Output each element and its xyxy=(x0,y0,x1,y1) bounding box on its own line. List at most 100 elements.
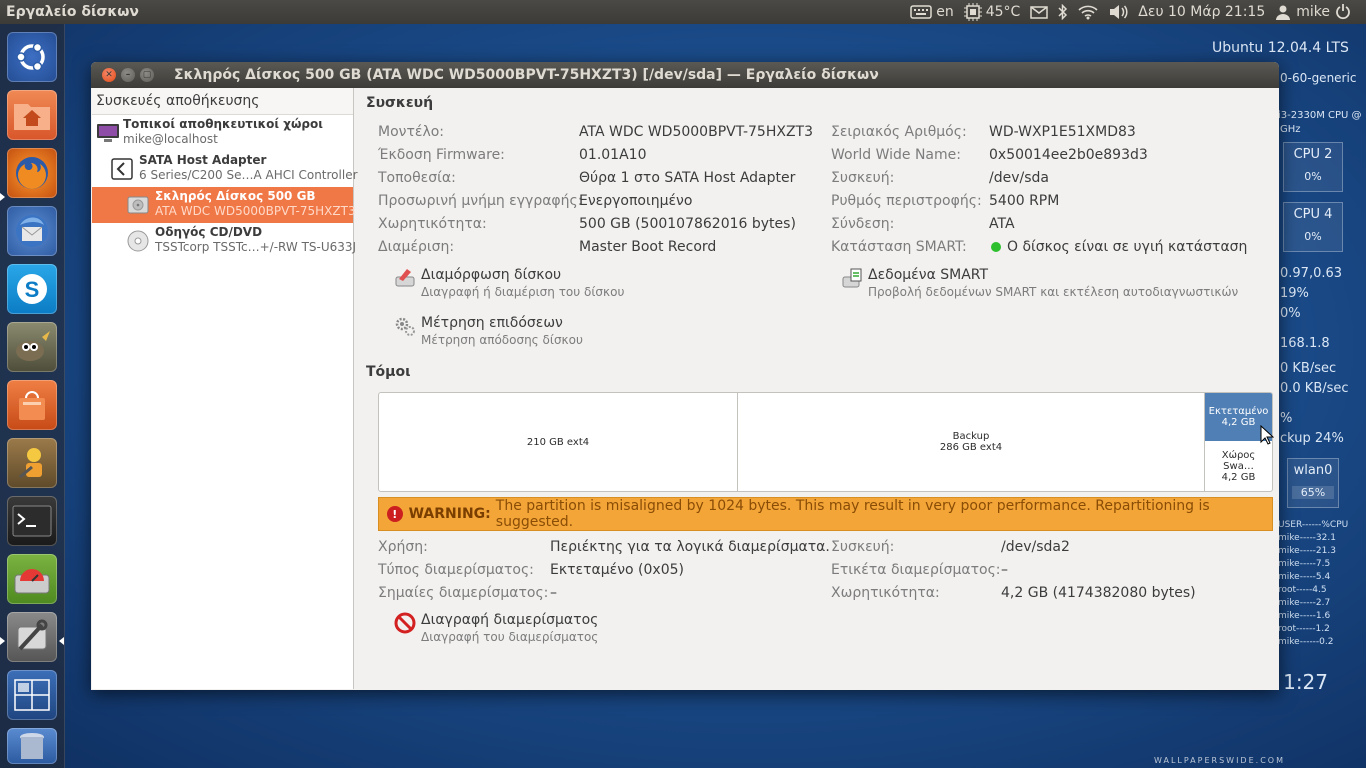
smart-data-action[interactable]: Δεδομένα SMART Προβολή δεδομένων SMART κ… xyxy=(841,267,1241,303)
power-icon xyxy=(1336,4,1350,20)
partition-value: Εκτεταμένο (0x05) xyxy=(550,562,684,578)
volume-size: 286 GB ext4 xyxy=(939,442,1003,453)
sata-adapter-icon xyxy=(111,158,133,180)
partition-value: – xyxy=(550,585,557,601)
sidebar-item-local-storage[interactable]: Τοπικοί αποθηκευτικοί χώροι mike@localho… xyxy=(92,115,353,151)
format-drive-action[interactable]: Διαμόρφωση δίσκου Διαγραφή ή διαμέριση τ… xyxy=(394,267,694,303)
device-label: Συσκευή: xyxy=(831,170,895,186)
launcher-software-center[interactable] xyxy=(7,380,57,430)
conky-cpu2-label: CPU 2 xyxy=(1293,147,1333,162)
device-label: Τοποθεσία: xyxy=(378,170,456,186)
device-details-panel: Συσκευή Μοντέλο: ATA WDC WD5000BPVT-75HX… xyxy=(354,88,1279,690)
session-indicator[interactable]: mike xyxy=(1270,0,1356,24)
temperature-indicator[interactable]: 45°C xyxy=(959,0,1026,24)
wallpaper-watermark: WALLPAPERSWIDE.COM xyxy=(1154,756,1285,765)
conky-wlan-label: wlan0 xyxy=(1293,463,1333,478)
delete-partition-action[interactable]: Διαγραφή διαμερίσματος Διαγραφή του διαμ… xyxy=(394,612,694,648)
window-title: Σκληρός Δίσκος 500 GB (ATA WDC WD5000BPV… xyxy=(174,67,879,83)
firefox-icon xyxy=(16,157,48,189)
conky-kernel-label: 0-60-generic xyxy=(1280,71,1357,85)
launcher-terminal[interactable] xyxy=(7,496,57,546)
launcher-workspace-switcher[interactable] xyxy=(7,670,57,720)
device-value: ATA WDC WD5000BPVT-75HXZT3 xyxy=(579,124,814,140)
volumes-section-title: Τόμοι xyxy=(366,364,411,380)
action-title: Διαμόρφωση δίσκου xyxy=(421,267,562,283)
device-value: /dev/sda xyxy=(989,170,1049,186)
sidebar-item-sublabel: ATA WDC WD5000BPVT-75HXZT3 xyxy=(155,204,356,218)
conky-proc-row: mike------0.2 xyxy=(1278,637,1334,647)
conky-mem-label: 19% xyxy=(1280,286,1309,301)
disk-utility-window: ✕ – ▢ Σκληρός Δίσκος 500 GB (ATA WDC WD5… xyxy=(91,62,1279,690)
network-indicator[interactable] xyxy=(1073,0,1103,24)
sidebar-item-sata-adapter[interactable]: SATA Host Adapter 6 Series/C200 Se…A AHC… xyxy=(92,151,358,187)
sidebar-item-label: Σκληρός Δίσκος 500 GB xyxy=(155,189,316,203)
keyboard-indicator[interactable]: en xyxy=(905,0,959,24)
delete-icon xyxy=(394,612,416,634)
device-label: Κατάσταση SMART: xyxy=(831,239,967,255)
clock-indicator[interactable]: Δευ 10 Μάρ 21:15 xyxy=(1133,0,1270,24)
sound-indicator[interactable] xyxy=(1103,0,1133,24)
conky-proc-header: USER------%CPU xyxy=(1278,520,1349,530)
sidebar-item-label: Οδηγός CD/DVD xyxy=(155,225,263,239)
launcher-gimp[interactable] xyxy=(7,322,57,372)
mouse-pointer-icon xyxy=(1260,425,1274,445)
trash-icon xyxy=(20,733,44,759)
device-value: Master Boot Record xyxy=(579,239,717,255)
sidebar-header: Συσκευές αποθήκευσης xyxy=(92,88,353,115)
launcher-disk-usage[interactable] xyxy=(7,554,57,604)
launcher-files[interactable] xyxy=(7,90,57,140)
launcher: S xyxy=(0,24,65,768)
home-folder-icon xyxy=(14,104,50,130)
volume-partition-1[interactable]: 210 GB ext4 xyxy=(379,393,738,491)
conky-swap-label: 0% xyxy=(1280,306,1301,321)
launcher-thunderbird[interactable] xyxy=(7,206,57,256)
bluetooth-indicator[interactable] xyxy=(1053,0,1073,24)
sidebar-item-hard-disk[interactable]: Σκληρός Δίσκος 500 GB ATA WDC WD5000BPVT… xyxy=(92,187,356,223)
conky-backup-label: ckup 24% xyxy=(1280,431,1344,446)
conky-wlan-value: 65% xyxy=(1292,486,1334,499)
sidebar-item-sublabel: TSSTcorp TSSTc…+/-RW TS-U633J xyxy=(155,240,357,254)
window-maximize-button[interactable]: ▢ xyxy=(140,68,154,82)
disk-utility-icon xyxy=(17,619,48,651)
conky-proc-row: mike-----2.7 xyxy=(1278,598,1331,608)
volume-label: Backup xyxy=(952,431,990,442)
ubuntu-logo-icon xyxy=(16,42,45,72)
launcher-firefox[interactable] xyxy=(7,148,57,198)
conky-proc-row: mike-----32.1 xyxy=(1278,533,1336,543)
sidebar-item-cd-dvd[interactable]: Οδηγός CD/DVD TSSTcorp TSSTc…+/-RW TS-U6… xyxy=(92,223,357,259)
action-subtitle: Προβολή δεδομένων SMART και εκτέλεση αυτ… xyxy=(868,285,1239,299)
partition-label: Χωρητικότητα: xyxy=(831,585,940,601)
conky-load-label: 0.97,0.63 xyxy=(1280,266,1343,281)
benchmark-action[interactable]: Μέτρηση επιδόσεων Μέτρηση απόδοσης δίσκο… xyxy=(394,315,694,351)
conky-pct-label: % xyxy=(1280,411,1293,426)
conky-proc-row: root-----4.5 xyxy=(1278,585,1327,595)
gears-icon xyxy=(395,317,415,336)
focused-indicator xyxy=(59,637,64,645)
messaging-indicator[interactable] xyxy=(1025,0,1053,24)
app-menu-title[interactable]: Εργαλείο δίσκων xyxy=(0,4,139,20)
launcher-dash-button[interactable] xyxy=(7,32,57,82)
launcher-trash[interactable] xyxy=(7,728,57,764)
window-titlebar[interactable]: ✕ – ▢ Σκληρός Δίσκος 500 GB (ATA WDC WD5… xyxy=(91,62,1279,88)
smart-status-value: Ο δίσκος είναι σε υγιή κατάσταση xyxy=(991,239,1247,255)
window-minimize-button[interactable]: – xyxy=(121,68,135,82)
launcher-disk-utility[interactable] xyxy=(7,612,57,662)
smart-status-text: Ο δίσκος είναι σε υγιή κατάσταση xyxy=(1007,239,1248,255)
device-value: 500 GB (500107862016 bytes) xyxy=(579,216,796,232)
format-drive-icon xyxy=(395,269,415,287)
launcher-update-manager[interactable] xyxy=(7,438,57,488)
partition-label: Συσκευή: xyxy=(831,539,895,555)
volume-partition-backup[interactable]: Backup 286 GB ext4 xyxy=(738,393,1205,491)
device-label: Σύνδεση: xyxy=(831,216,895,232)
volume-swap-partition[interactable]: Χώρος Swa… 4,2 GB xyxy=(1205,442,1272,491)
optical-disc-icon xyxy=(127,230,149,252)
launcher-skype[interactable]: S xyxy=(7,264,57,314)
conky-proc-row: mike-----21.3 xyxy=(1278,546,1336,556)
partition-value: – xyxy=(1001,562,1008,578)
volume-size: 4,2 GB xyxy=(1221,417,1256,428)
device-value: ATA xyxy=(989,216,1015,232)
window-close-button[interactable]: ✕ xyxy=(102,68,116,82)
action-subtitle: Διαγραφή ή διαμέριση του δίσκου xyxy=(421,285,625,299)
volume-label: Εκτεταμένο xyxy=(1208,406,1269,417)
update-manager-icon xyxy=(19,448,42,479)
